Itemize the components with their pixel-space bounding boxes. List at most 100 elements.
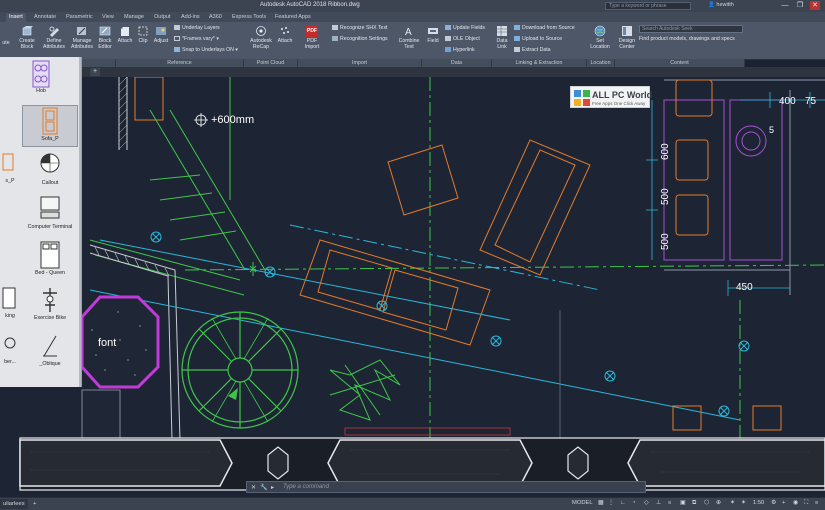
- create-block-icon: [22, 26, 33, 36]
- tab-insert[interactable]: Insert: [6, 13, 26, 22]
- annotation-scale[interactable]: 1:50: [753, 500, 764, 506]
- location-panel-label: Location: [587, 59, 615, 67]
- tab-annotate[interactable]: Annotate: [31, 13, 59, 22]
- transparency-icon[interactable]: ▣: [680, 500, 685, 506]
- fullscreen-icon[interactable]: ⛶: [804, 500, 808, 507]
- palette-item-hob[interactable]: Hob: [0, 60, 81, 102]
- frames-vary-dropdown[interactable]: *Frames vary* ▾: [174, 36, 219, 42]
- data-link-label: Data Link: [496, 38, 508, 50]
- partial-button[interactable]: ute: [0, 40, 12, 47]
- computer-terminal-icon: [40, 196, 60, 219]
- command-input[interactable]: Type a command: [283, 484, 329, 490]
- plus-icon[interactable]: +: [782, 500, 785, 506]
- help-search-input[interactable]: Type a keyword or phrase: [605, 2, 691, 10]
- dim-500-a: 500: [660, 188, 671, 205]
- tab-parametric[interactable]: Parametric: [63, 13, 96, 22]
- design-center-button[interactable]: Design Center: [617, 25, 637, 50]
- snap-to-underlays-dropdown[interactable]: Snap to Underlays ON ▾: [174, 47, 238, 53]
- update-fields-icon: [445, 25, 451, 30]
- create-block-button[interactable]: Create Block: [16, 25, 38, 50]
- define-attributes-button[interactable]: Define Attributes: [41, 25, 67, 50]
- annotation-visibility-icon[interactable]: ✶: [730, 500, 735, 506]
- model-space-toggle[interactable]: MODEL: [572, 500, 593, 506]
- hyperlink-button[interactable]: Hyperlink: [445, 47, 475, 53]
- palette-item-computer-terminal[interactable]: Computer Terminal: [20, 194, 80, 236]
- customize-menu-icon[interactable]: ≡: [815, 500, 818, 506]
- palette-item-exercise-bike[interactable]: Exercise Bike: [22, 285, 78, 327]
- close-command-line-icon[interactable]: ✕: [251, 484, 256, 491]
- pdf-import-button[interactable]: PDF PDF Import: [299, 25, 325, 50]
- gear-icon[interactable]: ⚙: [771, 500, 776, 506]
- autodesk-recap-button[interactable]: Autodesk ReCap: [246, 25, 276, 50]
- ortho-icon[interactable]: ∟: [620, 500, 626, 506]
- recognize-shx-text-button[interactable]: Recognize SHX Text: [332, 25, 387, 31]
- data-link-button[interactable]: Data Link: [493, 25, 511, 50]
- oblique-label: _Oblique: [39, 361, 61, 367]
- status-bar: uliarlees + MODEL ▦ ⋮ ∟ ◔ ◇ ⊥ ≡ ▣ ⧉ ⬡ ⊕ …: [0, 497, 825, 510]
- layout-tab-fragment[interactable]: uliarlees: [0, 499, 28, 509]
- close-button[interactable]: ✕: [810, 1, 820, 10]
- download-from-source-button[interactable]: Download from Source: [514, 25, 575, 31]
- palette-fragment-3[interactable]: ber...: [0, 331, 20, 373]
- set-location-button[interactable]: Set Location: [589, 25, 611, 50]
- block-editor-icon: [99, 26, 111, 36]
- selection-cycling-icon[interactable]: ⧉: [692, 500, 696, 507]
- maximize-button[interactable]: ❐: [795, 1, 805, 10]
- tab-featured-apps[interactable]: Featured Apps: [272, 13, 314, 22]
- extract-data-button[interactable]: Extract Data: [514, 47, 551, 53]
- autodesk-recap-label: Autodesk ReCap: [250, 38, 272, 50]
- snap-icon[interactable]: ⋮: [608, 500, 614, 506]
- point-cloud-attach-label: Attach: [277, 38, 293, 44]
- polar-icon[interactable]: ◔: [632, 500, 636, 506]
- user-account[interactable]: 👤 hewitth: [708, 2, 734, 8]
- add-layout-button[interactable]: +: [30, 499, 40, 509]
- block-editor-button[interactable]: Block Editor: [96, 25, 114, 50]
- palette-item-oblique[interactable]: _Oblique: [22, 331, 78, 373]
- grid-icon[interactable]: ▦: [598, 500, 603, 506]
- dynamic-ucs-icon[interactable]: ⊕: [716, 500, 721, 506]
- otrack-icon[interactable]: ⊥: [656, 500, 661, 506]
- content-panel-label: Content: [615, 59, 745, 67]
- tab-view[interactable]: View: [99, 13, 117, 22]
- underlay-layers-button[interactable]: Underlay Layers: [174, 25, 220, 31]
- upload-to-source-button[interactable]: Upload to Source: [514, 36, 562, 42]
- command-line[interactable]: ✕ 🔧 ▸ Type a command: [246, 481, 646, 493]
- clip-button[interactable]: Clip: [136, 25, 150, 45]
- ribbon-panel: ute Create Block Define Attributes Manag…: [0, 22, 825, 60]
- tab-output[interactable]: Output: [151, 13, 174, 22]
- drawing-canvas[interactable]: +600mm font 400 450 5 75 600 500 500: [0, 77, 825, 497]
- adjust-button[interactable]: Adjust: [152, 25, 170, 45]
- new-tab-button[interactable]: +: [90, 68, 100, 76]
- tab-add-ins[interactable]: Add-ins: [178, 13, 203, 22]
- manage-attributes-button[interactable]: Manage Attributes: [70, 25, 94, 50]
- palette-fragment-1[interactable]: s_P: [0, 150, 20, 192]
- isolate-objects-icon[interactable]: ◉: [793, 500, 798, 506]
- minimize-button[interactable]: —: [780, 1, 790, 10]
- seek-search-input[interactable]: Search Autodesk Seek: [639, 25, 743, 33]
- 3d-osnap-icon[interactable]: ⬡: [704, 500, 709, 506]
- tab-a360[interactable]: A360: [206, 13, 225, 22]
- attach-button[interactable]: Attach: [116, 25, 134, 45]
- tab-manage[interactable]: Manage: [121, 13, 147, 22]
- field-button[interactable]: Field: [425, 25, 441, 45]
- field-icon: [428, 28, 438, 34]
- palette-fragment-2[interactable]: king: [0, 285, 20, 327]
- customize-icon[interactable]: 🔧: [260, 484, 267, 491]
- tab-express-tools[interactable]: Express Tools: [229, 13, 269, 22]
- osnap-icon[interactable]: ◇: [644, 500, 648, 506]
- update-fields-button[interactable]: Update Fields: [445, 25, 485, 31]
- auto-scale-icon[interactable]: ✶: [741, 500, 746, 506]
- lineweight-icon[interactable]: ≡: [668, 500, 671, 506]
- combine-text-button[interactable]: A Combine Text: [396, 25, 422, 50]
- point-cloud-attach-button[interactable]: Attach: [276, 25, 294, 45]
- palette-item-bed-queen[interactable]: Bed - Queen: [22, 240, 78, 282]
- palette-scrollbar[interactable]: [79, 57, 81, 387]
- reference-panel-label[interactable]: Reference: [116, 59, 244, 67]
- palette-item-callout[interactable]: Callout: [24, 150, 76, 192]
- create-block-label: Create Block: [19, 38, 35, 50]
- recent-commands-icon[interactable]: ▸: [271, 484, 274, 491]
- ole-object-button[interactable]: OLE Object: [445, 36, 480, 42]
- recognition-settings-button[interactable]: Recognition Settings: [332, 36, 388, 42]
- palette-item-sofa[interactable]: Sofa_P: [22, 105, 78, 147]
- settings-icon: [332, 36, 338, 41]
